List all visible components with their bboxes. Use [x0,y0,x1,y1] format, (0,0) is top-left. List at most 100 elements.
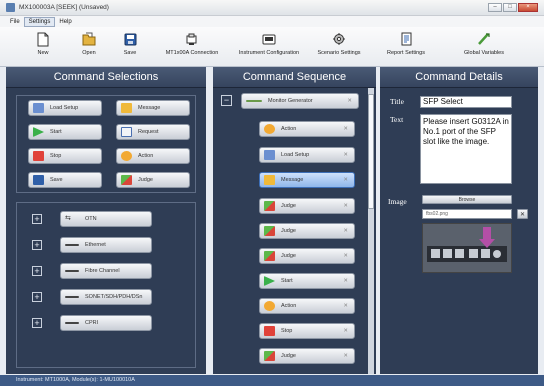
request-command[interactable]: Request [116,124,190,140]
cpri-group[interactable]: CPRI [60,315,152,331]
expand-otn-icon[interactable]: + [32,214,42,224]
sequence-item[interactable]: Stop ✕ [259,323,355,339]
start-label: Start [50,129,62,135]
browse-label: Browse [458,196,476,203]
clear-image-button[interactable]: ✕ [517,209,528,219]
maximize-button[interactable]: □ [503,3,517,12]
action-icon [264,124,275,134]
stop-icon [33,151,44,161]
scenario-settings-button[interactable]: Scenario Settings [312,31,366,56]
message-command[interactable]: Message [116,100,190,116]
global-variables-label: Global Variables [464,50,504,56]
load-setup-command[interactable]: Load Setup [28,100,102,116]
toolbar: New Open Save MT1x00A Connection Instrum… [0,27,544,67]
expand-ethernet-icon[interactable]: + [32,240,42,250]
menu-file[interactable]: File [6,17,24,27]
sonet-icon [65,296,79,298]
sequence-item-label: Judge [281,353,296,359]
judge-icon [264,201,275,211]
expand-fibre-channel-icon[interactable]: + [32,266,42,276]
new-button[interactable]: New [30,31,56,56]
save-disk-icon [118,31,142,47]
ethernet-label: Ethernet [85,242,106,248]
otn-group[interactable]: ⇆ OTN [60,211,152,227]
sequence-item[interactable]: Judge ✕ [259,198,355,214]
sonet-group[interactable]: SONET/SDH/PDH/DSn [60,289,152,305]
sequence-item-selected[interactable]: Message ✕ [259,172,355,188]
monitor-generator-icon [246,100,262,102]
menu-help[interactable]: Help [55,17,75,27]
sequence-item-label: Action [281,303,297,309]
app-icon [6,3,15,12]
fibre-channel-icon [65,270,79,272]
report-document-icon [386,31,426,47]
image-label: Image [388,197,407,206]
status-bar: Instrument: MT1000A, Module(s): 1-MU1000… [0,375,544,386]
title-bar: MX100003A [SEEK] (Unsaved) – □ × [0,0,544,16]
text-area[interactable]: Please insert G0312A in No.1 port of the… [420,114,512,184]
sequence-scrollbar-thumb[interactable] [368,94,374,209]
otn-icon: ⇆ [65,215,71,222]
global-variables-icon [460,31,508,47]
new-file-icon [30,31,56,47]
fibre-channel-group[interactable]: Fibre Channel [60,263,152,279]
instrument-configuration-label: Instrument Configuration [238,50,300,56]
stop-label: Stop [50,153,62,159]
clear-icon: ✕ [519,211,526,218]
sequence-item-label: Action [281,126,297,132]
sequence-item[interactable]: Action ✕ [259,121,355,137]
judge-icon [264,251,275,261]
start-command[interactable]: Start [28,124,102,140]
title-input[interactable]: SFP Select [420,96,512,108]
sequence-item[interactable]: Judge ✕ [259,348,355,364]
play-icon [33,127,44,137]
sequence-item[interactable]: Judge ✕ [259,248,355,264]
expand-cpri-icon[interactable]: + [32,318,42,328]
expand-sonet-icon[interactable]: + [32,292,42,302]
action-label: Action [138,153,154,159]
sequence-item-label: Start [281,278,293,284]
sequence-scrollbar[interactable] [368,88,374,374]
monitor-generator-node[interactable]: Monitor Generator ✕ [241,93,359,109]
sfp-preview-image [422,223,512,273]
action-icon [264,301,275,311]
request-icon [121,127,132,137]
save-command[interactable]: Save [28,172,102,188]
load-setup-icon [264,150,275,160]
judge-command[interactable]: Judge [116,172,190,188]
sequence-item-label: Judge [281,228,296,234]
sonet-label: SONET/SDH/PDH/DSn [85,294,143,300]
load-setup-label: Load Setup [50,105,79,111]
judge-icon [121,175,132,185]
sequence-item-label: Judge [281,203,296,209]
sequence-item[interactable]: Start ✕ [259,273,355,289]
sequence-item[interactable]: Action ✕ [259,298,355,314]
action-command[interactable]: Action [116,148,190,164]
open-button[interactable]: Open [75,31,103,56]
image-file-field[interactable]: fbs02.png [422,209,512,219]
collapse-root-icon[interactable]: − [221,95,232,106]
message-icon [264,175,275,185]
open-label: Open [82,50,96,56]
action-icon [121,151,132,161]
report-settings-button[interactable]: Report Settings [386,31,426,56]
minimize-button[interactable]: – [488,3,502,12]
browse-button[interactable]: Browse [422,195,512,204]
stop-command[interactable]: Stop [28,148,102,164]
mt-connection-button[interactable]: MT1x00A Connection [160,31,224,56]
scenario-settings-label: Scenario Settings [317,50,361,56]
menu-settings[interactable]: Settings [23,16,56,27]
ethernet-group[interactable]: Ethernet [60,237,152,253]
close-button[interactable]: × [518,3,538,12]
message-label: Message [138,105,161,111]
sequence-item[interactable]: Load Setup ✕ [259,147,355,163]
sequence-item-label: Message [281,177,304,183]
save-button[interactable]: Save [118,31,142,56]
instrument-configuration-button[interactable]: Instrument Configuration [230,31,308,56]
cpri-icon [65,322,79,324]
sequence-item[interactable]: Judge ✕ [259,223,355,239]
window-controls: – □ × [487,3,538,12]
new-label: New [37,50,49,56]
text-label: Text [390,115,404,124]
global-variables-button[interactable]: Global Variables [460,31,508,56]
